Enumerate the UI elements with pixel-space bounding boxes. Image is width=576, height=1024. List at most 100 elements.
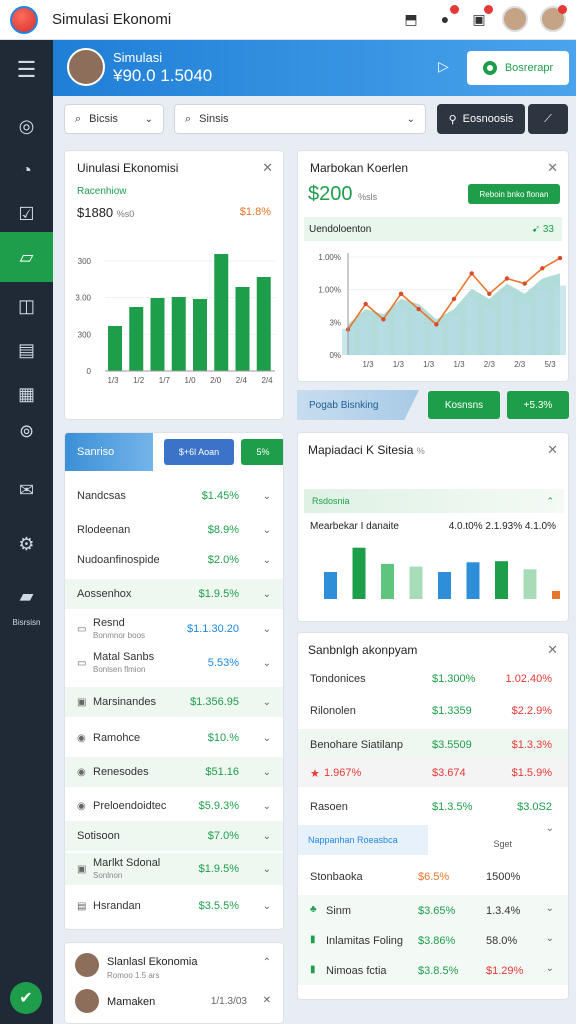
chart-icon[interactable]: ▦ [0,374,53,414]
app-logo[interactable] [10,5,38,34]
chevron-down-icon[interactable]: ⌄ [263,767,271,778]
chevron-down-icon[interactable]: ⌄ [263,491,271,502]
table-row[interactable]: ★ 1.967% $3.674 $1.5.9% [298,757,568,787]
list-item[interactable]: Nudoanfinospide $2.0% ⌄ [65,545,283,575]
list-item[interactable]: ▣ Marsinandes $1.356.95 ⌄ [65,687,283,717]
table-row[interactable]: Tondonices $1.300% 1.02.40% [298,663,568,693]
bar[interactable] [381,563,394,599]
checklist-icon[interactable]: ☑ [0,194,53,234]
list-item[interactable]: ▭ Matal Sanbs Bonlsen flmion 5.53% ⌄ [65,647,283,679]
sidebar-item-book[interactable]: ▱ [0,232,53,282]
list-item[interactable]: ◉ Preloendoidtec $5.9.3% ⌄ [65,791,283,821]
list-item[interactable]: Nandcsas $1.45% ⌄ [65,481,283,511]
bar[interactable] [324,572,337,599]
chevron-down-icon[interactable]: ⌄ [546,823,554,834]
banking-tab[interactable]: Pogab Bisnking [297,390,419,420]
tab-sanriso[interactable]: Sanriso [65,433,153,471]
list-item[interactable]: ◉ Ramohce $10.% ⌄ [65,723,283,753]
data-point[interactable] [557,255,563,261]
chevron-down-icon[interactable]: ⌄ [263,864,271,875]
bag-icon[interactable]: ◫ [0,286,53,326]
percent-button[interactable]: +5.3% [507,391,569,419]
data-point[interactable] [416,306,421,312]
chevron-down-icon[interactable]: ⌄ [546,903,554,914]
bar[interactable] [129,307,144,371]
avatar[interactable] [502,6,528,32]
bar[interactable] [409,566,423,599]
table-row[interactable]: ▮ Nimoas fctia $3.8.5% $1.29% ⌄ [298,955,568,985]
add-item-button[interactable]: $+6l Aoan [164,439,234,465]
bar[interactable] [438,572,451,599]
clock-icon[interactable]: ◔ [0,150,53,190]
list-item[interactable]: Rlodeenan $8.9% ⌄ [65,515,283,545]
chevron-down-icon[interactable]: ⌄ [546,933,554,944]
document-icon[interactable]: ▤ [0,330,53,370]
data-point[interactable] [487,291,492,296]
mail-icon[interactable]: ✉ [0,470,53,510]
close-icon[interactable]: ✕ [547,160,558,176]
chevron-down-icon[interactable]: ⌄ [263,801,271,812]
close-icon[interactable]: ✕ [547,642,558,658]
bar[interactable] [108,326,122,371]
data-point[interactable] [540,266,545,271]
table-row[interactable]: Rasoen $1.3.5% $3.0S2 [298,791,568,821]
bar[interactable] [235,287,250,371]
chevron-down-icon[interactable]: ⌄ [263,697,271,708]
close-icon[interactable]: ✕ [262,160,273,176]
bar[interactable] [523,569,537,599]
data-point[interactable] [381,317,386,322]
chevron-down-icon[interactable]: ⌄ [263,733,271,744]
play-icon[interactable]: ▷ [438,58,449,75]
table-row[interactable]: Benohare Siatilanp $3.5509 $1.3.3% [298,729,568,759]
bar[interactable] [150,298,165,371]
briefcase-icon[interactable]: ▰ [0,576,53,616]
bar[interactable] [171,297,186,371]
menu-icon[interactable]: ☰ [0,50,53,90]
trend-button[interactable]: ⟋ [528,104,568,134]
search-select[interactable]: ⌕ Sinsis ⌄ [174,104,426,134]
table-row[interactable]: Rilonolen $1.3359 $2.2.9% [298,695,568,725]
bar[interactable] [552,590,560,599]
data-point[interactable] [451,296,457,302]
chevron-down-icon[interactable]: ⌄ [263,525,271,536]
close-icon[interactable]: ✕ [263,995,271,1006]
data-point[interactable] [504,276,510,281]
data-point[interactable] [363,301,368,307]
add-button[interactable]: ✔ [10,982,42,1014]
data-point[interactable] [522,281,527,286]
data-point[interactable] [469,271,474,276]
user-avatar[interactable] [540,5,567,32]
list-item[interactable]: ▣ Marlkt Sdonal Sonlnon $1.9.5% ⌄ [65,853,283,885]
header-action-button[interactable]: Bosrerapr [467,51,569,85]
chevron-up-icon[interactable]: ⌃ [546,496,554,507]
list-item[interactable]: Sotisoon $7.0% ⌄ [65,821,283,851]
economy-button[interactable]: ⚲ Eosnoosis [437,104,525,134]
bar[interactable] [256,277,271,371]
bookmark-icon[interactable]: ⬒ [400,8,422,30]
chevron-down-icon[interactable]: ⌄ [263,901,271,912]
list-item[interactable]: ▤ Hsrandan $3.5.5% ⌄ [65,891,283,921]
data-point[interactable] [398,291,404,296]
list-item[interactable]: Aossenhox $1.9.5% ⌄ [65,579,283,609]
chevron-down-icon[interactable]: ⌄ [263,555,271,566]
bell-icon[interactable]: ● [434,5,459,30]
chevron-up-icon[interactable]: ⌃ [263,957,271,968]
bar[interactable] [352,547,366,599]
list-item[interactable]: ▭ Resnd Bonmnor boos $1.1.30.20 ⌄ [65,613,283,645]
category-select[interactable]: ⌕ Bicsis ⌄ [64,104,164,134]
table-row[interactable]: ▮ Inlamitas Foling $3.86% 58.0% ⌄ [298,925,568,955]
chevron-down-icon[interactable]: ⌄ [263,589,271,600]
close-icon[interactable]: ✕ [547,442,558,458]
bar[interactable] [214,254,229,371]
kosnsns-button[interactable]: Kosnsns [428,391,500,419]
settings-icon[interactable]: ⚙ [0,524,53,564]
bar[interactable] [495,561,508,599]
chevron-down-icon[interactable]: ⌄ [263,624,271,635]
table-row[interactable]: ♣ Sinm $3.65% 1.3.4% ⌄ [298,895,568,925]
dashboard-icon[interactable]: ◎ [0,106,53,146]
list-item[interactable]: ◉ Renesodes $51.16 ⌄ [65,757,283,787]
bar[interactable] [193,299,207,371]
percent-filter-button[interactable]: 5% [241,439,283,465]
market-action-button[interactable]: Reboin bnko flonan [468,184,560,204]
team-icon[interactable]: ⊚ [0,416,53,446]
